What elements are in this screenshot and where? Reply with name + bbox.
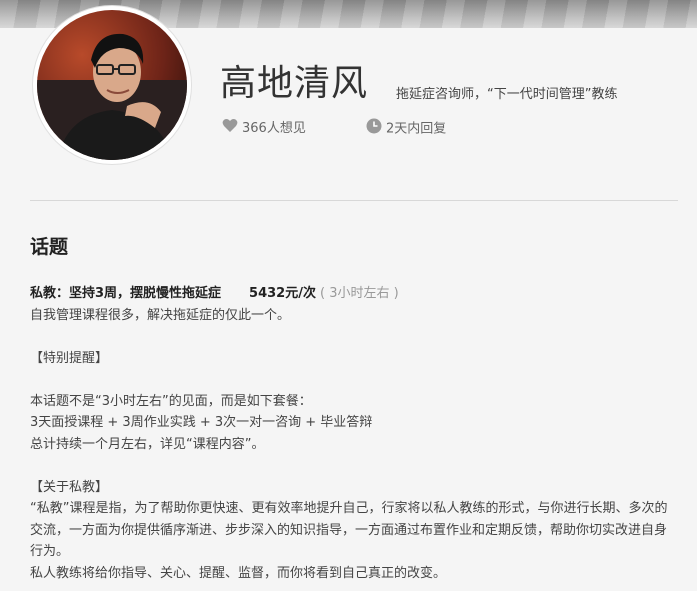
topic-line: 【关于私教】 [30,479,109,495]
topic-line: 私人教练将给你指导、关心、提醒、监督，而你将看到自己真正的改变。 [30,565,447,581]
topic-duration: ( 3小时左右 ) [319,286,399,301]
topic-line: 3天面授课程 + 3周作业实践 + 3次一对一咨询 + 毕业答辩 [30,415,373,430]
divider [30,200,678,201]
avatar-photo [37,10,187,160]
topic-paragraph: “私教”课程是指，为了帮助你更快速、更有效率地提升自己，行家将以私人教练的形式，… [30,501,668,559]
topic-line: 自我管理课程很多，解决拖延症的仅此一个。 [30,307,291,323]
section-title: 话题 [30,236,69,258]
profile-tagline: 拖延症咨询师，“下一代时间管理”教练 [396,87,618,102]
want-count-stat[interactable]: 366人想见 [222,118,306,136]
clock-icon [366,118,382,140]
reply-time-stat: 2天内回复 [366,118,447,137]
heart-icon [222,118,238,139]
avatar[interactable] [33,6,191,164]
topic-content: 私教：坚持3周，摆脱慢性拖延症 5432元/次( 3小时左右 ) 自我管理课程很多… [30,283,670,584]
topic-header[interactable]: 私教：坚持3周，摆脱慢性拖延症 5432元/次( 3小时左右 ) [30,283,670,305]
want-count-text: 366人想见 [242,121,306,136]
topic-title[interactable]: 私教：坚持3周，摆脱慢性拖延症 [30,286,221,301]
topic-line: 总计持续一个月左右，详见“课程内容”。 [30,436,265,452]
topic-line: 本话题不是“3小时左右”的见面，而是如下套餐： [30,393,312,409]
reply-time-text: 2天内回复 [386,121,447,137]
profile-name: 高地清风 [220,63,369,104]
topic-line: 【特别提醒】 [30,350,109,366]
topic-price: 5432元/次 [249,286,316,301]
